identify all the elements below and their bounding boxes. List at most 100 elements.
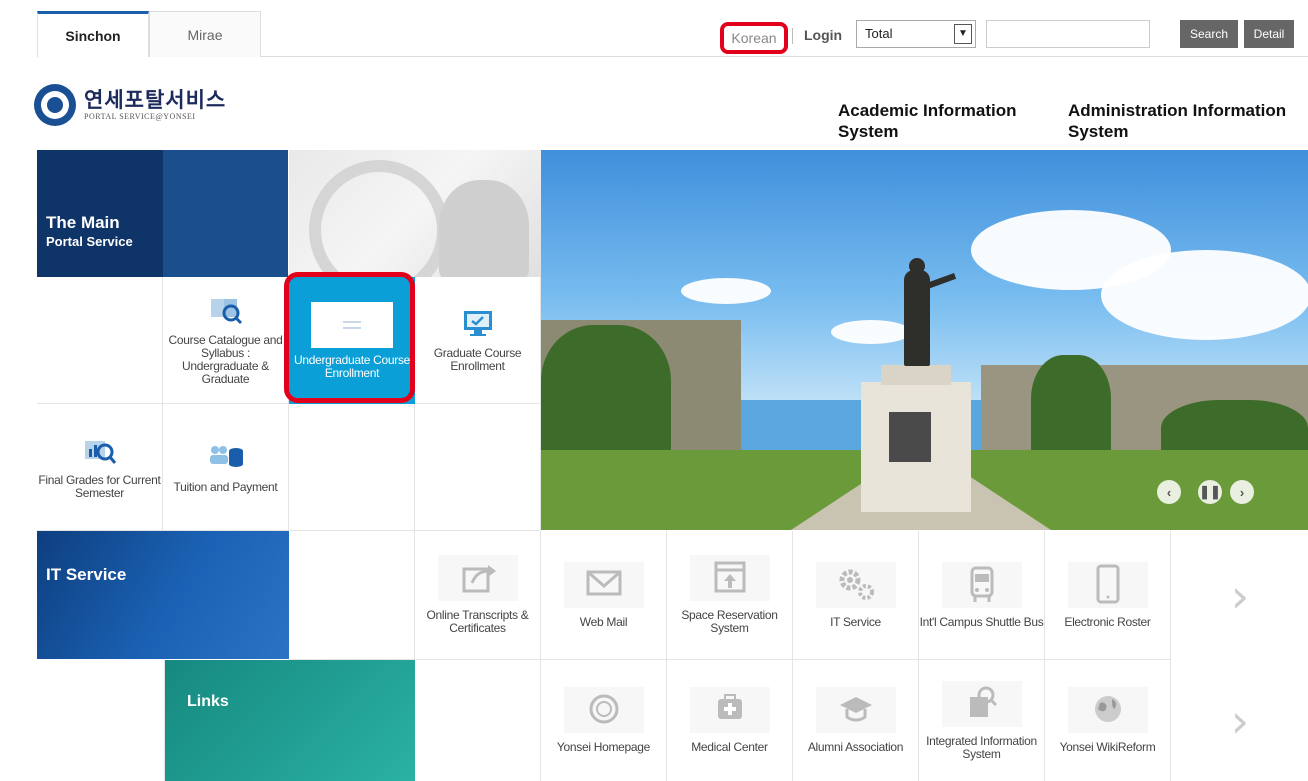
empty-tile [289,404,415,531]
cloud [831,320,911,344]
search-person-icon [941,680,1022,727]
it-service-label: IT Service [830,614,881,629]
divider [792,28,793,44]
empty-tile [415,404,541,531]
it-service-banner [37,531,289,659]
yonsei-homepage-label: Yonsei Homepage [556,740,651,754]
main-portal-title: The Main [46,213,120,232]
academic-system-link[interactable]: Academic Information System [838,100,1058,142]
highlight-box [284,272,415,403]
integrated-system-tile[interactable]: Integrated Information System [919,660,1045,781]
graduate-enrollment-tile[interactable]: Graduate Course Enrollment [415,277,541,404]
it-service-title: IT Service [46,565,127,584]
upload-box-icon [689,555,770,601]
webmail-label: Web Mail [579,614,628,629]
portal-logo[interactable]: 연세포탈서비스 PORTAL SERVICE@YONSEI [34,84,226,126]
integrated-system-label: Integrated Information System [926,733,1037,761]
yonsei-seal-icon [34,84,76,126]
login-link[interactable]: Login [804,24,842,46]
chevron-down-icon[interactable]: ▼ [954,24,972,44]
campus-photo-tile [289,150,541,277]
tree-silhouette [439,180,529,277]
chevron-right-icon: › [1239,484,1245,500]
yonsei-homepage-tile[interactable]: Yonsei Homepage [541,660,667,781]
hero-pause-button[interactable]: ❚❚ [1198,480,1222,504]
logo-english: PORTAL SERVICE@YONSEI [84,111,196,121]
detail-search-button[interactable]: Detail [1244,20,1294,48]
it-service-next-button[interactable]: › [1172,531,1308,660]
graduate-enrollment-label: Graduate Course Enrollment [433,346,522,373]
tuition-tile[interactable]: Tuition and Payment [163,404,289,531]
ivy [541,325,671,465]
globe-icon [1067,687,1148,733]
chevron-right-icon: › [1230,693,1250,748]
empty-tile [415,660,541,781]
empty-tile [37,277,163,404]
bus-icon [941,561,1022,608]
top-bar: Sinchon Mirae Korean Login Total ▼ Searc… [0,0,1308,60]
gears-icon [815,561,896,608]
pause-icon: ❚❚ [1199,484,1221,499]
chevron-left-icon: ‹ [1166,484,1172,500]
alumni-tile[interactable]: Alumni Association [793,660,919,781]
chevron-right-icon: › [1230,568,1250,623]
wikireform-tile[interactable]: Yonsei WikiReform [1045,660,1171,781]
language-link[interactable]: Korean [720,22,788,54]
shuttle-label: Int'l Campus Shuttle Bus [919,614,1044,629]
final-grades-tile[interactable]: Final Grades for Current Semester [37,404,163,531]
final-grades-label: Final Grades for Current Semester [38,473,161,500]
book-search-icon [206,294,246,326]
roster-label: Electronic Roster [1064,614,1151,629]
pedestal-top [881,365,951,385]
campus-hero-image: ‹ ❚❚ › [541,150,1308,530]
links-banner [165,660,415,781]
empty-tile [289,531,415,660]
campus-tabs: Sinchon Mirae [37,11,261,57]
plaque [889,412,931,462]
tab-sinchon[interactable]: Sinchon [37,11,149,57]
admin-system-link[interactable]: Administration Information System [1068,100,1298,142]
monitor-check-icon [458,307,498,339]
course-catalogue-tile[interactable]: Course Catalogue and Syllabus : Undergra… [163,277,289,404]
it-service-tile[interactable]: IT Service [793,531,919,660]
course-catalogue-label: Course Catalogue and Syllabus : Undergra… [168,333,283,386]
it-service-panel [37,531,289,659]
search-scope-select[interactable]: Total ▼ [856,20,976,48]
links-panel [165,660,415,781]
tuition-label: Tuition and Payment [173,479,278,494]
statue-head [909,258,925,274]
search-button[interactable]: Search [1180,20,1238,48]
empty-tile [37,660,165,781]
search-input[interactable] [986,20,1150,48]
tablet-icon [1067,561,1148,608]
tab-mirae[interactable]: Mirae [149,11,261,57]
watermark-seal [309,160,449,277]
chart-search-icon [80,434,120,466]
medical-center-tile[interactable]: Medical Center [667,660,793,781]
links-title: Links [187,693,229,710]
alumni-label: Alumni Association [807,740,904,754]
hero-next-button[interactable]: › [1230,480,1254,504]
medical-kit-icon [689,687,770,733]
wikireform-label: Yonsei WikiReform [1059,740,1156,754]
webmail-tile[interactable]: Web Mail [541,531,667,660]
links-next-button[interactable]: › [1172,660,1308,781]
hero-prev-button[interactable]: ‹ [1157,480,1181,504]
ivy [1031,355,1111,465]
logo-text: 연세포탈서비스 PORTAL SERVICE@YONSEI [84,88,227,121]
search-scope-value: Total [865,26,893,41]
mail-icon [563,561,644,608]
divider [260,56,1308,57]
cloud [1101,250,1308,340]
roster-tile[interactable]: Electronic Roster [1045,531,1171,660]
transcripts-label: Online Transcripts & Certificates [426,608,529,635]
medical-center-label: Medical Center [691,740,768,754]
logo-korean: 연세포탈서비스 [84,88,227,112]
graduation-cap-icon [815,687,896,733]
transcripts-tile[interactable]: Online Transcripts & Certificates [415,531,541,660]
yonsei-seal-icon [563,687,644,733]
space-reservation-tile[interactable]: Space Reservation System [667,531,793,660]
shuttle-tile[interactable]: Int'l Campus Shuttle Bus [919,531,1045,660]
share-icon [437,555,518,601]
coins-people-icon [206,441,246,473]
